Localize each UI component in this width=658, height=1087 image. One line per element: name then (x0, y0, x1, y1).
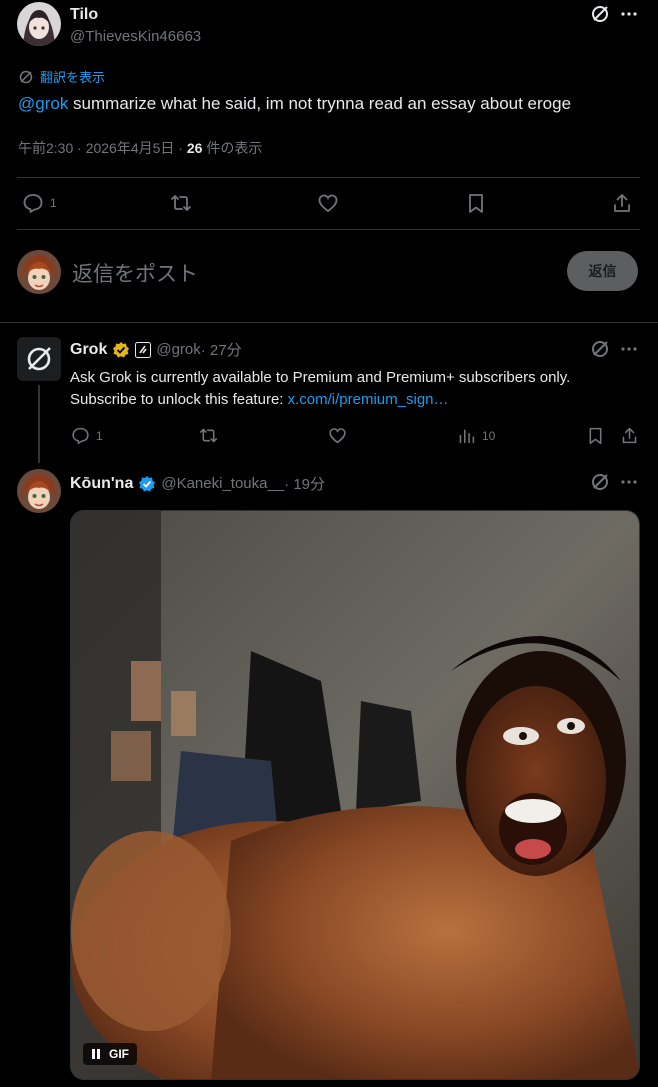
grok-reply-text: Ask Grok is currently available to Premi… (70, 367, 630, 411)
premium-link[interactable]: x.com/i/premium_sign… (288, 391, 449, 408)
views-label: 件の表示 (202, 140, 263, 156)
kouna-header: Kōun'na @Kaneki_touka__ · 19分 (70, 473, 325, 494)
author-name[interactable]: Tilo (70, 6, 98, 24)
translate-label[interactable]: 翻訳を表示 (40, 67, 105, 86)
reply-icon (22, 192, 44, 214)
kouna-name[interactable]: Kōun'na (70, 475, 133, 493)
heart-icon (317, 192, 339, 214)
author-avatar[interactable] (17, 2, 61, 46)
kouna-avatar[interactable] (17, 469, 61, 513)
reply-button[interactable]: 1 (22, 192, 57, 214)
reply-input[interactable]: 返信をポスト (72, 258, 198, 288)
grok-header: Grok @grok · 27分 (70, 339, 242, 360)
grok-icon[interactable] (590, 472, 610, 492)
author-handle[interactable]: @ThievesKin46663 (70, 28, 201, 45)
tweet-meta: 午前2:30 · 2026年4月5日 · 26 件の表示 (18, 138, 262, 158)
repost-icon (170, 192, 192, 214)
translate-icon (18, 69, 34, 85)
more-icon[interactable] (619, 339, 639, 359)
share-icon (620, 426, 639, 445)
view-count: 10 (482, 428, 496, 443)
views-button[interactable]: 10 (457, 426, 495, 445)
kouna-handle[interactable]: @Kaneki_touka__ (161, 475, 284, 492)
tweet-body: summarize what he said, im not trynna re… (68, 94, 572, 113)
mention-link[interactable]: @grok (18, 94, 68, 113)
grok-icon[interactable] (590, 339, 610, 359)
tweet-time[interactable]: 午前2:30 · 2026年4月5日 · (18, 140, 187, 156)
gold-verified-icon (112, 341, 130, 359)
gif-label: GIF (109, 1047, 129, 1061)
reply-button[interactable]: 1 (71, 426, 103, 445)
divider (0, 322, 658, 323)
gif-media[interactable]: GIF (70, 510, 640, 1080)
user-avatar[interactable] (17, 250, 61, 294)
like-button[interactable] (328, 426, 347, 445)
bookmark-icon (465, 192, 487, 214)
grok-name[interactable]: Grok (70, 341, 107, 359)
repost-button[interactable] (170, 192, 192, 214)
like-button[interactable] (317, 192, 339, 214)
bookmark-icon (586, 426, 605, 445)
gif-frame (71, 511, 639, 1079)
views-count: 26 (186, 140, 203, 156)
share-button[interactable] (611, 192, 633, 214)
reply-submit-button[interactable]: 返信 (567, 251, 638, 291)
thread-line (38, 385, 40, 463)
analytics-icon (457, 426, 476, 445)
more-icon[interactable] (619, 472, 639, 492)
more-icon[interactable] (619, 4, 639, 24)
bookmark-button[interactable] (586, 426, 605, 445)
reply-count: 1 (96, 428, 103, 443)
divider (17, 177, 640, 178)
blue-verified-icon (138, 475, 156, 493)
pause-icon[interactable] (91, 1048, 101, 1060)
kouna-time[interactable]: · 19分 (284, 473, 325, 494)
repost-button[interactable] (199, 426, 218, 445)
grok-icon[interactable] (590, 4, 610, 24)
bookmark-button[interactable] (465, 192, 487, 214)
tweet-text: @grok summarize what he said, im not try… (18, 92, 571, 116)
repost-icon (199, 426, 218, 445)
reply-icon (71, 426, 90, 445)
reply-count: 1 (50, 196, 57, 210)
translate-link[interactable]: 翻訳を表示 (18, 67, 105, 86)
grok-time[interactable]: · 27分 (201, 339, 242, 360)
gif-badge[interactable]: GIF (83, 1043, 137, 1065)
affiliate-badge-icon (135, 341, 152, 358)
grok-avatar[interactable] (17, 337, 61, 381)
heart-icon (328, 426, 347, 445)
share-icon (611, 192, 633, 214)
share-button[interactable] (620, 426, 639, 445)
grok-handle[interactable]: @grok (156, 341, 200, 358)
divider (17, 229, 640, 230)
